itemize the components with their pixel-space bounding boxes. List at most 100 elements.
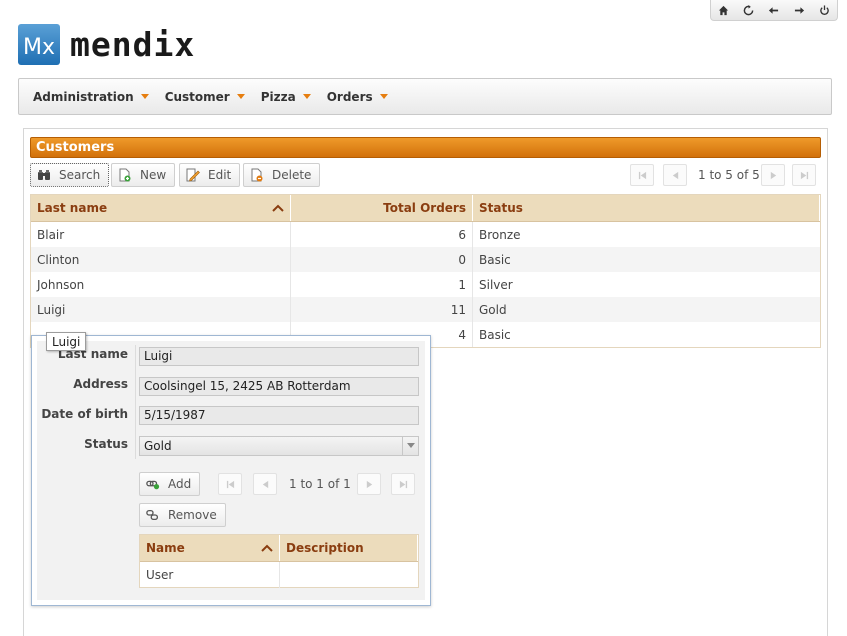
power-icon[interactable] [815, 1, 833, 19]
sort-ascending-icon [261, 544, 273, 552]
menu-pizza-label: Pizza [260, 89, 296, 104]
logo-mark: Mx [18, 24, 60, 65]
new-document-icon [118, 168, 132, 182]
next-page-icon [770, 171, 776, 179]
cell-last-name: Clinton [31, 247, 291, 272]
next-page-button[interactable] [761, 164, 785, 186]
edit-button[interactable]: Edit [179, 163, 241, 187]
cell-total-orders: 11 [291, 297, 473, 322]
column-header-status[interactable]: Status [473, 195, 820, 221]
menu-customer[interactable]: Customer [157, 79, 253, 114]
menu-administration-label: Administration [33, 89, 134, 104]
tooltip-arrow [37, 326, 45, 334]
table-row[interactable]: Johnson 1 Silver [31, 272, 820, 297]
customers-grid: Last name Total Orders Status Blair 6 Br… [30, 194, 821, 348]
next-page-icon [366, 480, 372, 488]
label-address: Address [73, 377, 128, 391]
customers-title: Customers [30, 137, 821, 158]
grid-body: Blair 6 Bronze Clinton 0 Basic Johnson 1… [31, 222, 820, 347]
column-header-name[interactable]: Name [140, 535, 280, 561]
logo-mark-text: Mx [23, 35, 55, 60]
delete-button[interactable]: Delete [243, 163, 321, 187]
dropdown-caret-icon [379, 94, 388, 99]
sub-previous-page-button[interactable] [253, 473, 277, 495]
add-button[interactable]: Add [139, 472, 201, 496]
sub-first-page-button[interactable] [218, 473, 242, 495]
refresh-icon[interactable] [740, 1, 758, 19]
forward-icon[interactable] [790, 1, 808, 19]
cell-total-orders: 1 [291, 272, 473, 297]
sub-next-page-button[interactable] [357, 473, 381, 495]
menu-pizza[interactable]: Pizza [253, 79, 319, 114]
cell-status: Gold [479, 302, 507, 317]
cell-status: Basic [479, 327, 511, 342]
add-button-label: Add [168, 477, 192, 491]
link-add-icon [146, 477, 160, 491]
column-header-name-label: Name [146, 541, 185, 555]
search-button-label: Search [59, 168, 101, 182]
form-divider [135, 345, 136, 459]
search-button[interactable]: Search [30, 163, 110, 187]
table-row[interactable]: Clinton 0 Basic [31, 247, 820, 272]
previous-page-icon [672, 171, 678, 179]
link-remove-icon [146, 508, 160, 522]
column-header-description-label: Description [286, 541, 364, 555]
main-menubar: Administration Customer Pizza Orders [18, 78, 832, 115]
delete-button-label: Delete [272, 168, 312, 182]
pencil-icon [186, 168, 200, 182]
column-header-last-name-label: Last name [37, 201, 108, 215]
last-page-icon [399, 480, 407, 488]
previous-page-icon [262, 480, 268, 488]
edit-button-label: Edit [208, 168, 232, 182]
dropdown-caret-icon [140, 94, 149, 99]
customers-paging-text: 1 to 5 of 5 [698, 168, 760, 182]
menu-orders[interactable]: Orders [319, 79, 396, 114]
home-icon[interactable] [715, 1, 733, 19]
cell-last-name: Blair [31, 222, 291, 247]
column-header-total-orders-label: Total Orders [383, 201, 466, 215]
address-field[interactable]: Coolsingel 15, 2425 AB Rotterdam [139, 377, 419, 396]
remove-button-label: Remove [168, 508, 217, 522]
cell-last-name: Luigi [31, 297, 291, 322]
grid-header: Last name Total Orders Status [31, 195, 820, 222]
column-header-total-orders[interactable]: Total Orders [291, 195, 473, 221]
delete-document-icon [250, 168, 264, 182]
table-row[interactable]: User [140, 562, 418, 588]
row-tooltip: Luigi [46, 332, 87, 351]
cell-status: Basic [479, 252, 511, 267]
sub-last-page-button[interactable] [391, 473, 415, 495]
date-of-birth-field[interactable]: 5/15/1987 [139, 406, 419, 425]
sub-grid-header: Name Description [140, 535, 418, 562]
menu-orders-label: Orders [326, 89, 373, 104]
column-header-description[interactable]: Description [280, 535, 418, 561]
system-toolbar [710, 0, 838, 21]
previous-page-button[interactable] [663, 164, 687, 186]
remove-button[interactable]: Remove [139, 503, 226, 527]
cell-total-orders: 0 [291, 247, 473, 272]
binoculars-icon [37, 168, 51, 182]
first-page-button[interactable] [630, 164, 654, 186]
logo-text: mendix [70, 25, 196, 64]
menu-administration[interactable]: Administration [25, 79, 157, 114]
new-button-label: New [140, 168, 167, 182]
new-button[interactable]: New [111, 163, 176, 187]
column-header-last-name[interactable]: Last name [31, 195, 291, 221]
cell-description [280, 562, 418, 588]
label-date-of-birth: Date of birth [41, 407, 128, 421]
last-page-button[interactable] [792, 164, 816, 186]
column-header-status-label: Status [479, 201, 523, 215]
mendix-logo: Mx mendix [18, 24, 195, 65]
first-page-icon [638, 171, 646, 179]
chevron-down-icon [402, 437, 418, 455]
last-name-field[interactable]: Luigi [139, 347, 419, 366]
cell-name: User [140, 562, 280, 588]
table-row[interactable]: Luigi 11 Gold [31, 297, 820, 322]
cell-status: Bronze [479, 227, 521, 242]
back-icon[interactable] [765, 1, 783, 19]
dropdown-caret-icon [302, 94, 311, 99]
label-status: Status [84, 437, 128, 451]
status-select-value: Gold [144, 439, 172, 453]
first-page-icon [226, 480, 234, 488]
table-row[interactable]: Blair 6 Bronze [31, 222, 820, 247]
status-select[interactable]: Gold [139, 436, 419, 456]
